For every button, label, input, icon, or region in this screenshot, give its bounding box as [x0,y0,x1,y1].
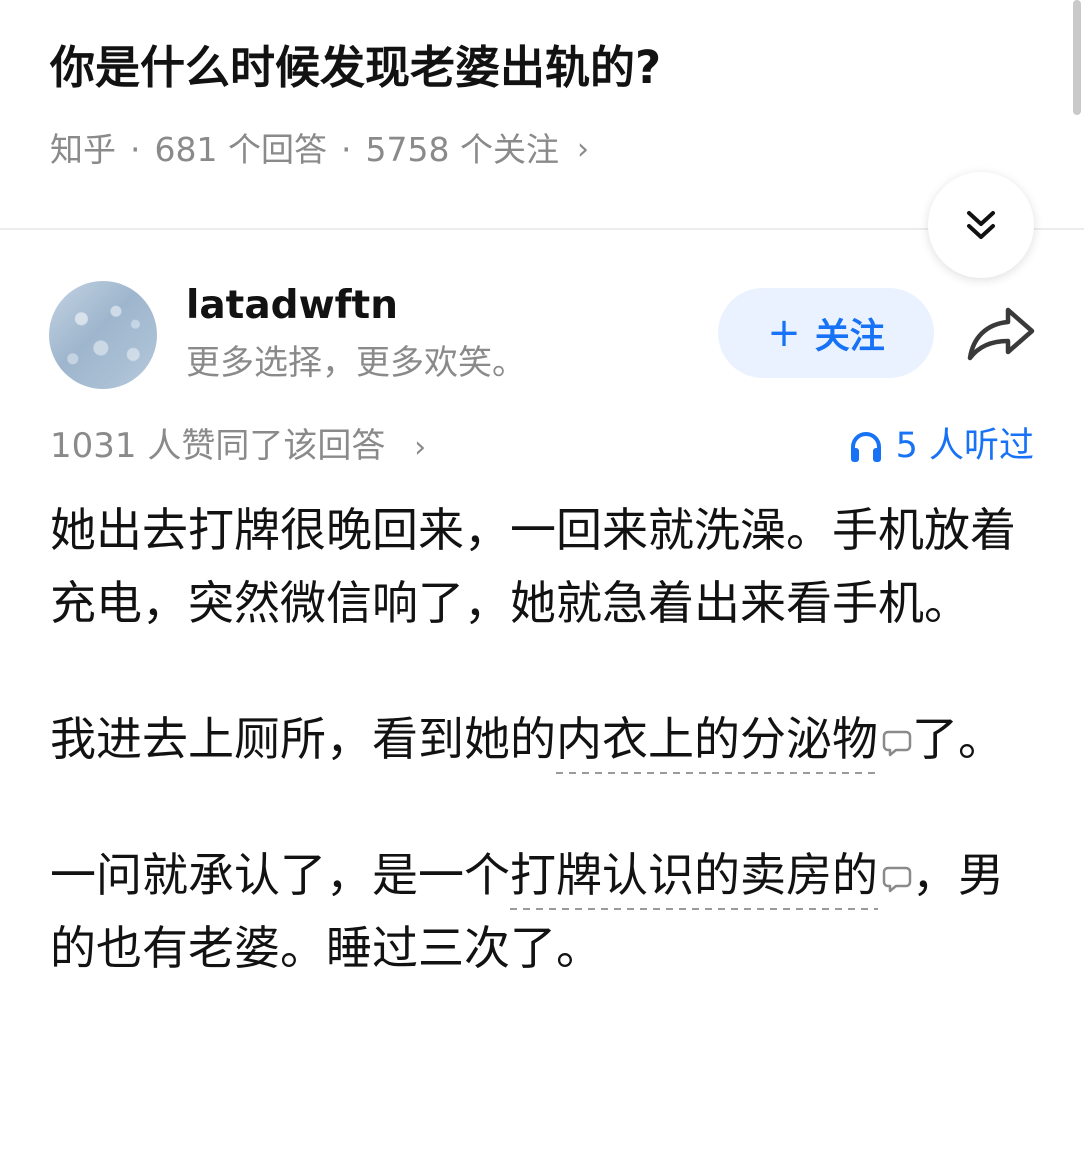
follow-button[interactable]: + 关注 [718,288,934,378]
vote-text: 1031 人赞同了该回答 [50,426,386,466]
headphones-icon [850,432,881,462]
answer-page: 你是什么时候发现老婆出轨的? 知乎 · 681 个回答 · 5758 个关注 ›… [0,0,1084,1151]
share-arrow-icon [967,307,1035,361]
listen-count[interactable]: 5 人听过 [848,420,1034,472]
answers-count: 681 个回答 [154,130,327,169]
answer-paragraph: 她出去打牌很晚回来，一回来就洗澡。手机放着充电，突然微信响了，她就急着出来看手机… [50,503,1016,630]
double-chevron-down-icon [967,211,995,239]
vote-count[interactable]: 1031 人赞同了该回答 › [50,420,426,474]
answer-text: 我进去上厕所，看到她的 [50,712,556,766]
follow-label: 关注 [814,316,885,357]
meta-separator: · [340,130,352,169]
author-name[interactable]: latadwftn [186,280,398,332]
question-title[interactable]: 你是什么时候发现老婆出轨的? [50,32,1050,104]
avatar[interactable] [49,281,157,389]
answer-text: 一问就承认了，是一个 [50,848,510,902]
followers-count: 5758 个关注 [365,130,559,169]
author-bio: 更多选择，更多欢笑。 [186,343,526,383]
question-meta[interactable]: 知乎 · 681 个回答 · 5758 个关注 › [50,124,589,176]
scrollbar[interactable] [1073,0,1081,115]
chevron-right-icon: › [576,132,589,167]
answer-paragraph: 我进去上厕所，看到她的内衣上的分泌物 了。 [50,703,1040,776]
annotated-link[interactable]: 内衣上的分泌物 [556,712,878,774]
listen-text: 5 人听过 [895,426,1034,466]
answer-text: 了。 [912,712,1004,766]
question-source: 知乎 [50,130,116,169]
annotated-link[interactable]: 打牌认识的卖房的 [510,848,878,910]
meta-separator: · [130,130,141,169]
comment-bubble-icon[interactable] [882,729,912,757]
collapse-button[interactable] [928,172,1034,278]
answer-paragraph: 一问就承认了，是一个打牌认识的卖房的 ，男的也有老婆。睡过三次了。 [50,839,1040,985]
comment-bubble-icon[interactable] [882,865,912,893]
chevron-right-icon: › [414,430,427,465]
answer-content: 她出去打牌很晚回来，一回来就洗澡。手机放着充电，突然微信响了，她就急着出来看手机… [50,494,1040,1048]
divider [0,228,1084,230]
share-button[interactable] [964,304,1038,366]
plus-icon: + [767,310,801,356]
